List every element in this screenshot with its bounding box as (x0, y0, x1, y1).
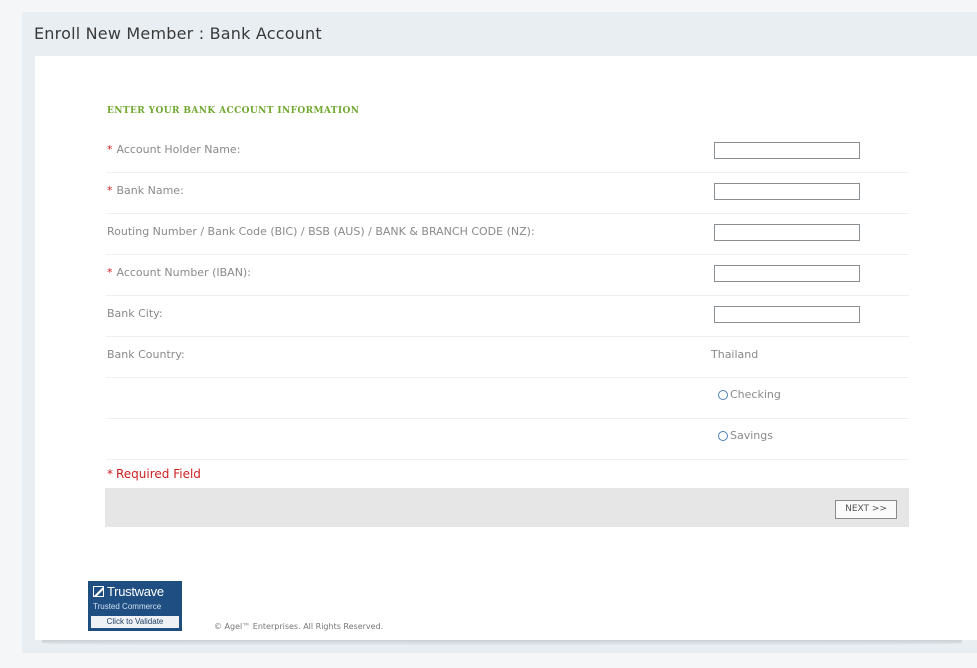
savings-label: Savings (730, 429, 773, 442)
form-row-savings: Savings (106, 418, 909, 460)
required-marker: * (107, 266, 113, 279)
form-row-checking: Checking (106, 377, 909, 419)
trustwave-logo-icon (93, 586, 104, 597)
account-holder-label-text: Account Holder Name: (116, 143, 241, 156)
trustwave-brand: Trustwave (93, 584, 179, 599)
bank-name-input[interactable] (714, 183, 860, 200)
checking-label: Checking (730, 388, 781, 401)
routing-number-label: Routing Number / Bank Code (BIC) / BSB (… (107, 225, 535, 238)
form-row-account-number: * Account Number (IBAN): (106, 254, 909, 296)
checking-radio-button[interactable] (718, 389, 728, 400)
required-field-text: Required Field (116, 467, 201, 481)
account-holder-input[interactable] (714, 142, 860, 159)
trustwave-brand-text: Trustwave (107, 584, 164, 599)
required-marker: * (107, 143, 113, 156)
checking-radio-option[interactable]: Checking (718, 388, 781, 401)
trustwave-subtitle: Trusted Commerce (93, 602, 162, 611)
trustwave-badge[interactable]: Trustwave Trusted Commerce Click to Vali… (88, 581, 182, 631)
required-marker: * (107, 467, 113, 481)
savings-radio-button[interactable] (718, 430, 728, 441)
click-to-validate-link[interactable]: Click to Validate (91, 616, 179, 628)
required-marker: * (107, 184, 113, 197)
bank-city-input[interactable] (714, 306, 860, 323)
account-holder-label: * Account Holder Name: (107, 143, 240, 156)
account-number-label: * Account Number (IBAN): (107, 266, 251, 279)
next-button[interactable]: NEXT >> (835, 500, 897, 519)
bank-country-value: Thailand (711, 348, 759, 361)
form-row-account-holder: * Account Holder Name: (106, 131, 909, 173)
action-bar: NEXT >> (105, 488, 909, 527)
form-row-bank-name: * Bank Name: (106, 172, 909, 214)
panel-shadow (42, 640, 962, 646)
bank-country-label: Bank Country: (107, 348, 185, 361)
copyright-text: © Agel™ Enterprises. All Rights Reserved… (214, 622, 384, 631)
form-row-bank-city: Bank City: (106, 295, 909, 337)
account-number-label-text: Account Number (IBAN): (116, 266, 251, 279)
routing-number-input[interactable] (714, 224, 860, 241)
bank-city-label: Bank City: (107, 307, 163, 320)
section-heading: ENTER YOUR BANK ACCOUNT INFORMATION (107, 106, 360, 116)
bank-name-label-text: Bank Name: (116, 184, 184, 197)
savings-radio-option[interactable]: Savings (718, 429, 773, 442)
bank-name-label: * Bank Name: (107, 184, 184, 197)
account-number-input[interactable] (714, 265, 860, 282)
required-field-note: * Required Field (107, 467, 201, 481)
page-title: Enroll New Member : Bank Account (34, 24, 322, 43)
form-row-bank-country: Bank Country: Thailand (106, 336, 909, 378)
form-row-routing-number: Routing Number / Bank Code (BIC) / BSB (… (106, 213, 909, 255)
